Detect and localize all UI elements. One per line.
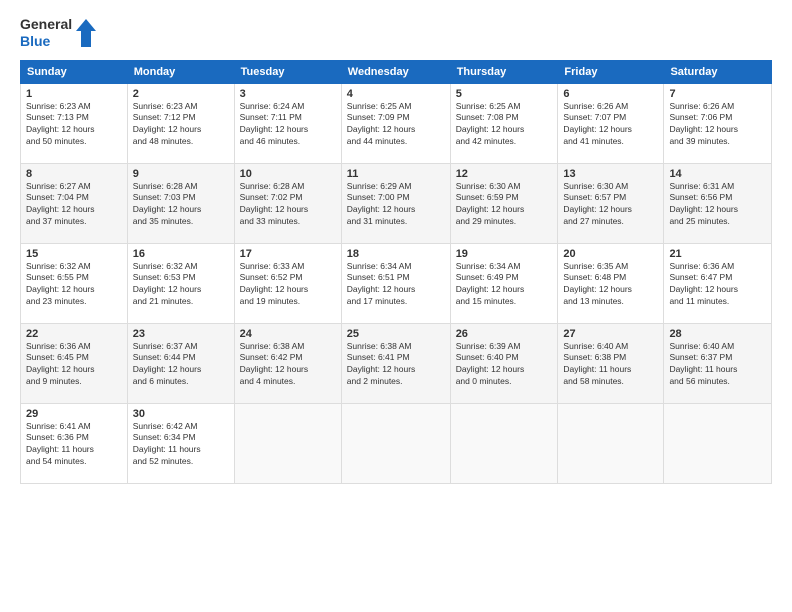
day-24: 24Sunrise: 6:38 AMSunset: 6:42 PMDayligh… xyxy=(234,323,341,403)
day-9: 9Sunrise: 6:28 AMSunset: 7:03 PMDaylight… xyxy=(127,163,234,243)
day-8: 8Sunrise: 6:27 AMSunset: 7:04 PMDaylight… xyxy=(21,163,128,243)
day-28: 28Sunrise: 6:40 AMSunset: 6:37 PMDayligh… xyxy=(664,323,772,403)
day-10: 10Sunrise: 6:28 AMSunset: 7:02 PMDayligh… xyxy=(234,163,341,243)
day-7: 7Sunrise: 6:26 AMSunset: 7:06 PMDaylight… xyxy=(664,83,772,163)
day-11: 11Sunrise: 6:29 AMSunset: 7:00 PMDayligh… xyxy=(341,163,450,243)
col-thursday: Thursday xyxy=(450,60,558,83)
calendar-body: 1Sunrise: 6:23 AMSunset: 7:13 PMDaylight… xyxy=(21,83,772,483)
calendar-header: Sunday Monday Tuesday Wednesday Thursday… xyxy=(21,60,772,83)
day-19: 19Sunrise: 6:34 AMSunset: 6:49 PMDayligh… xyxy=(450,243,558,323)
day-27: 27Sunrise: 6:40 AMSunset: 6:38 PMDayligh… xyxy=(558,323,664,403)
day-30: 30Sunrise: 6:42 AMSunset: 6:34 PMDayligh… xyxy=(127,403,234,483)
day-5: 5Sunrise: 6:25 AMSunset: 7:08 PMDaylight… xyxy=(450,83,558,163)
col-sunday: Sunday xyxy=(21,60,128,83)
col-friday: Friday xyxy=(558,60,664,83)
empty-cell xyxy=(234,403,341,483)
day-20: 20Sunrise: 6:35 AMSunset: 6:48 PMDayligh… xyxy=(558,243,664,323)
col-wednesday: Wednesday xyxy=(341,60,450,83)
logo: GeneralBlue xyxy=(20,16,96,50)
day-2: 2Sunrise: 6:23 AMSunset: 7:12 PMDaylight… xyxy=(127,83,234,163)
empty-cell xyxy=(341,403,450,483)
calendar-table: Sunday Monday Tuesday Wednesday Thursday… xyxy=(20,60,772,484)
col-monday: Monday xyxy=(127,60,234,83)
empty-cell xyxy=(664,403,772,483)
day-25: 25Sunrise: 6:38 AMSunset: 6:41 PMDayligh… xyxy=(341,323,450,403)
day-14: 14Sunrise: 6:31 AMSunset: 6:56 PMDayligh… xyxy=(664,163,772,243)
day-6: 6Sunrise: 6:26 AMSunset: 7:07 PMDaylight… xyxy=(558,83,664,163)
day-1: 1Sunrise: 6:23 AMSunset: 7:13 PMDaylight… xyxy=(21,83,128,163)
day-26: 26Sunrise: 6:39 AMSunset: 6:40 PMDayligh… xyxy=(450,323,558,403)
day-18: 18Sunrise: 6:34 AMSunset: 6:51 PMDayligh… xyxy=(341,243,450,323)
day-29: 29Sunrise: 6:41 AMSunset: 6:36 PMDayligh… xyxy=(21,403,128,483)
page-header: GeneralBlue xyxy=(20,16,772,50)
col-tuesday: Tuesday xyxy=(234,60,341,83)
day-3: 3Sunrise: 6:24 AMSunset: 7:11 PMDaylight… xyxy=(234,83,341,163)
day-15: 15Sunrise: 6:32 AMSunset: 6:55 PMDayligh… xyxy=(21,243,128,323)
day-12: 12Sunrise: 6:30 AMSunset: 6:59 PMDayligh… xyxy=(450,163,558,243)
logo-icon xyxy=(76,19,96,47)
day-21: 21Sunrise: 6:36 AMSunset: 6:47 PMDayligh… xyxy=(664,243,772,323)
logo-text: GeneralBlue xyxy=(20,16,72,50)
empty-cell xyxy=(558,403,664,483)
col-saturday: Saturday xyxy=(664,60,772,83)
day-17: 17Sunrise: 6:33 AMSunset: 6:52 PMDayligh… xyxy=(234,243,341,323)
day-23: 23Sunrise: 6:37 AMSunset: 6:44 PMDayligh… xyxy=(127,323,234,403)
day-4: 4Sunrise: 6:25 AMSunset: 7:09 PMDaylight… xyxy=(341,83,450,163)
day-13: 13Sunrise: 6:30 AMSunset: 6:57 PMDayligh… xyxy=(558,163,664,243)
day-22: 22Sunrise: 6:36 AMSunset: 6:45 PMDayligh… xyxy=(21,323,128,403)
empty-cell xyxy=(450,403,558,483)
day-16: 16Sunrise: 6:32 AMSunset: 6:53 PMDayligh… xyxy=(127,243,234,323)
